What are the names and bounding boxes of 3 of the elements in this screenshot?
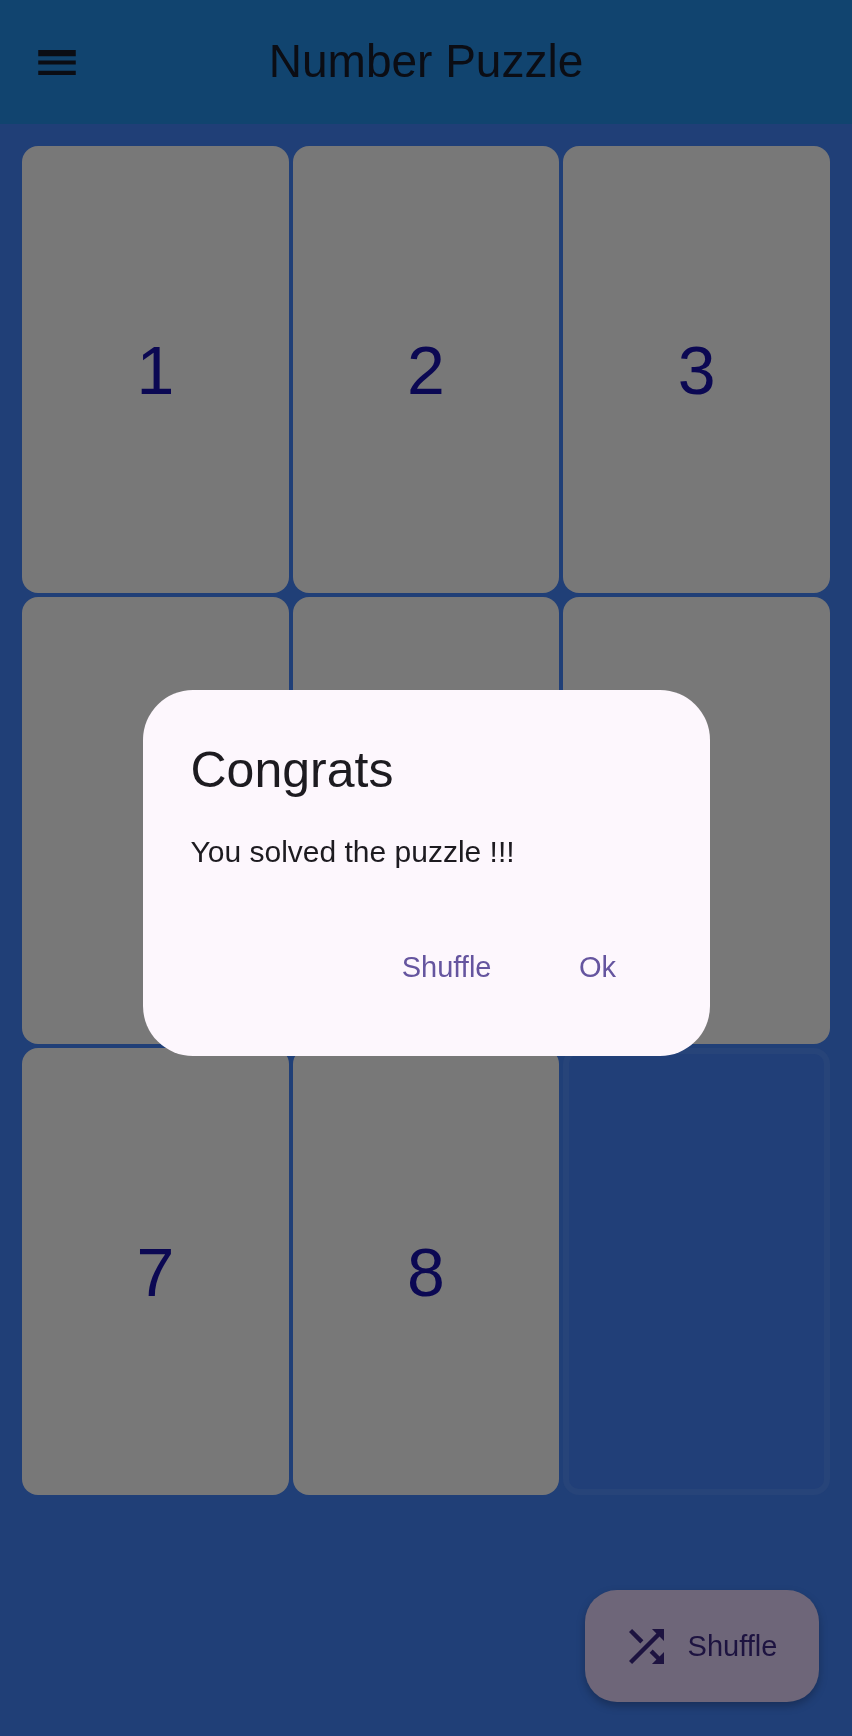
dialog-title: Congrats bbox=[190, 740, 394, 800]
dialog-message: You solved the puzzle !!! bbox=[190, 833, 515, 870]
app-title: Number Puzzle bbox=[268, 34, 584, 90]
